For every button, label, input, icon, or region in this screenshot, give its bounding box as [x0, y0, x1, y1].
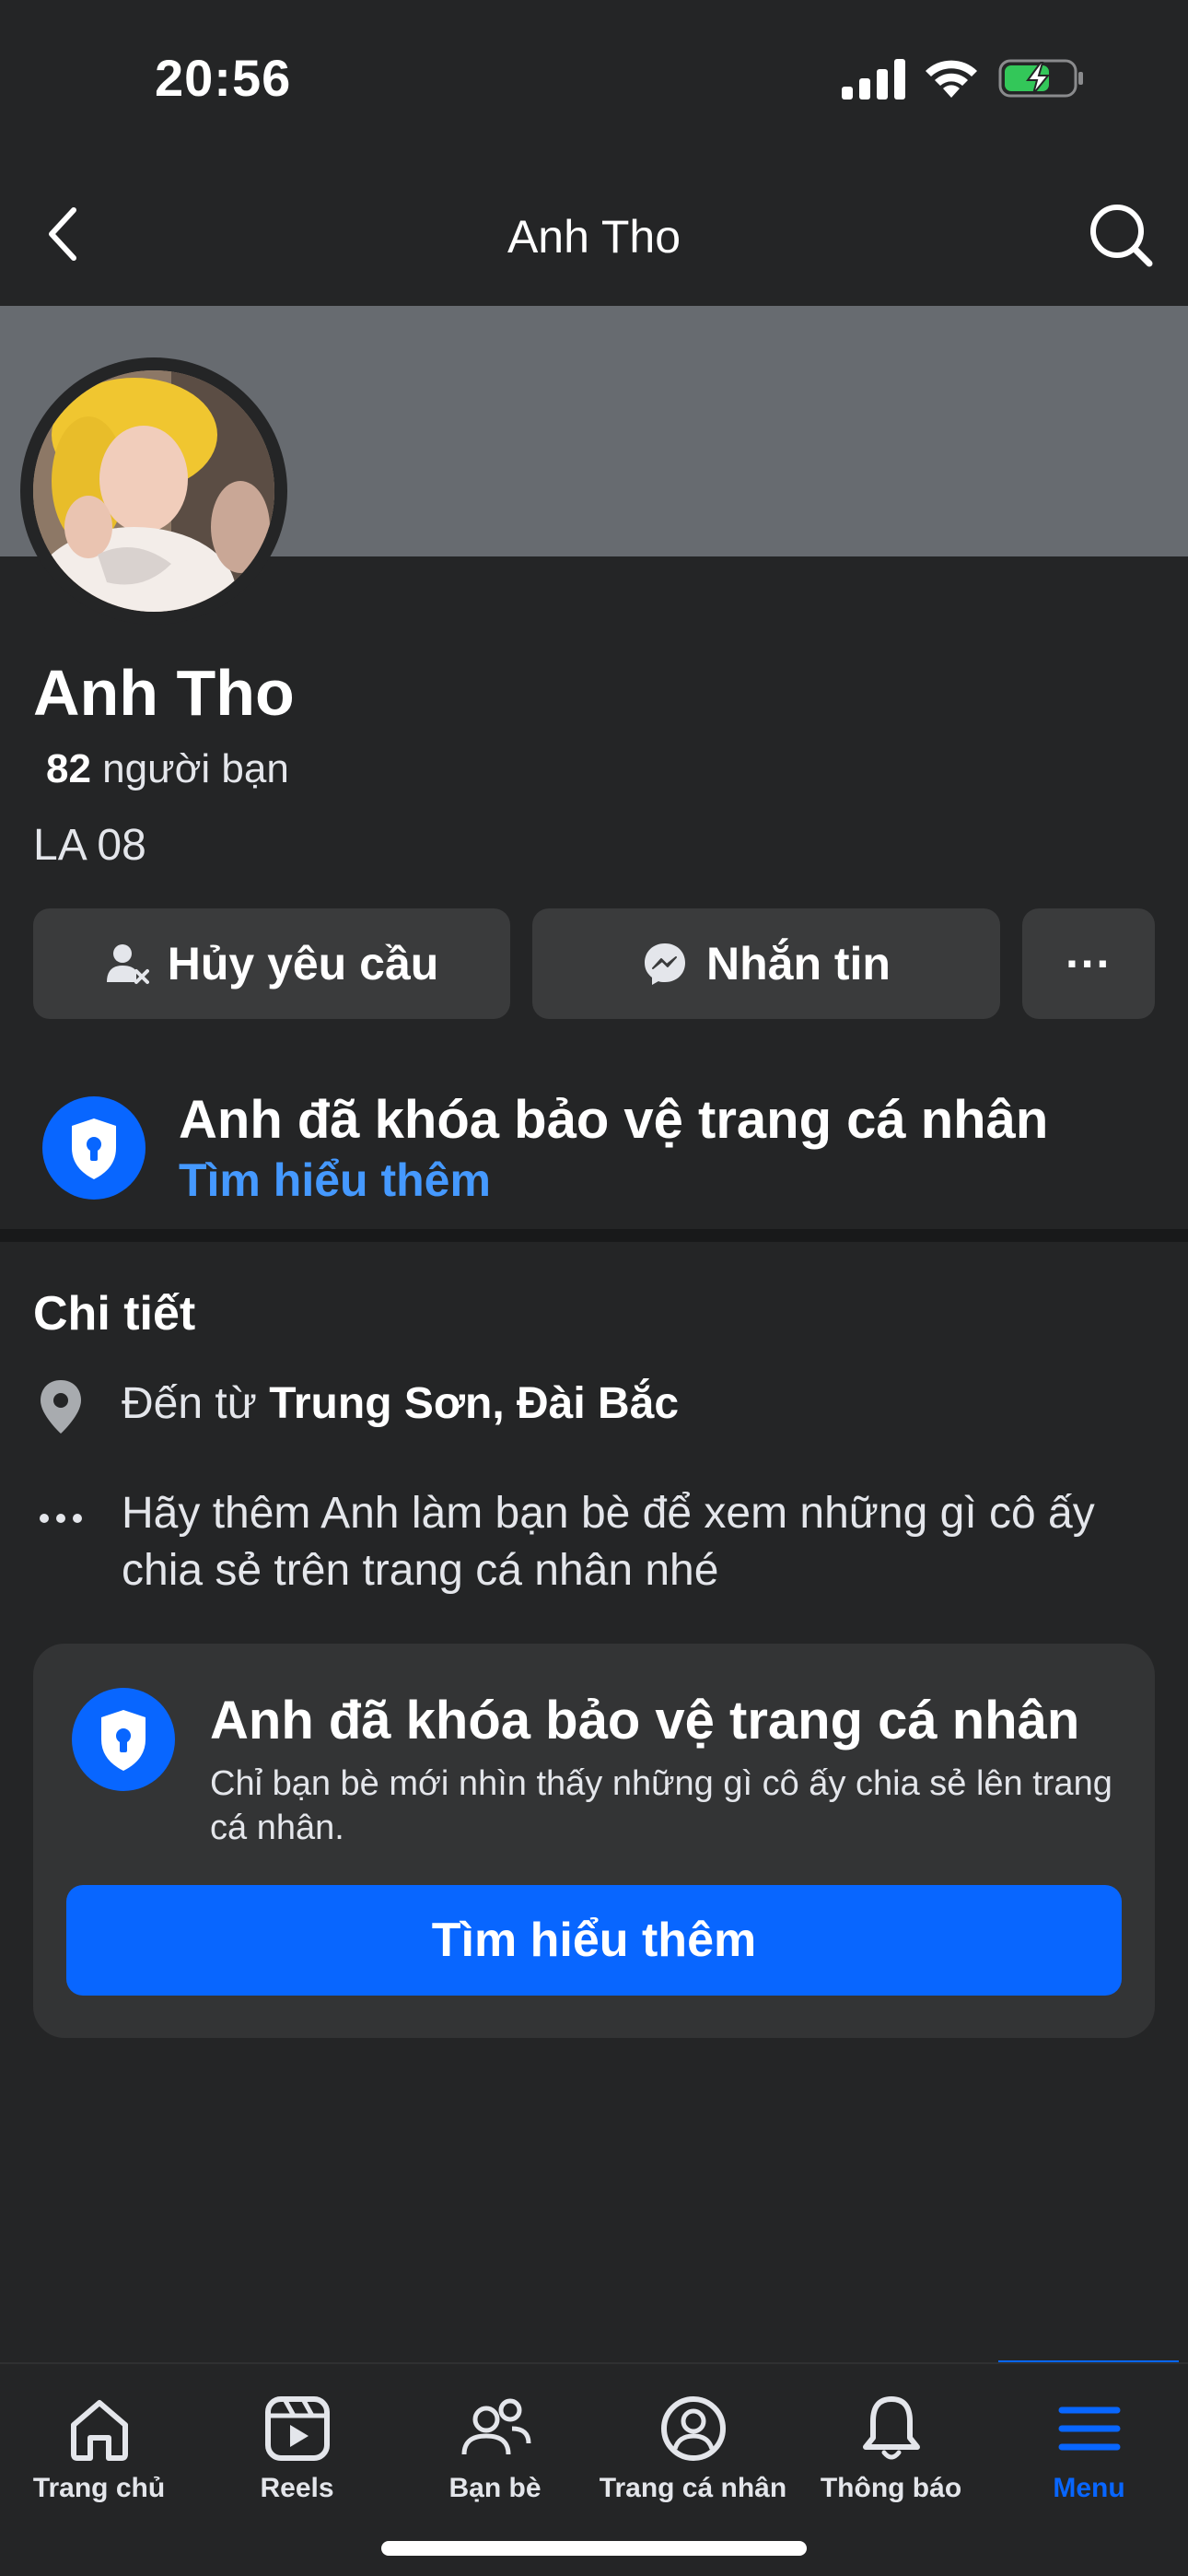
cancel-request-icon	[106, 944, 149, 984]
avatar-photo	[33, 370, 274, 612]
message-label: Nhắn tin	[706, 938, 891, 989]
hometown-place: Trung Sơn, Đài Bắc	[269, 1379, 680, 1428]
menu-icon	[1058, 2406, 1120, 2451]
more-options-label: ···	[1066, 938, 1112, 989]
status-bar: 20:56	[0, 0, 1188, 157]
tab-profile[interactable]: Trang cá nhân	[594, 2364, 792, 2548]
profile-icon	[660, 2396, 726, 2461]
friend-count-label: người bạn	[90, 746, 289, 791]
tab-notifications[interactable]: Thông báo	[792, 2364, 990, 2548]
tab-label: Reels	[260, 2473, 334, 2503]
wifi-icon	[926, 60, 977, 98]
lock-card-description: Chỉ bạn bè mới nhìn thấy những gì cô ấy …	[210, 1764, 1112, 1847]
messenger-icon	[645, 943, 685, 985]
location-pin-icon	[41, 1380, 81, 1434]
page-title: Anh Tho	[507, 211, 681, 263]
lock-banner-title: Anh đã khóa bảo vệ trang cá nhân	[179, 1090, 1049, 1150]
bell-icon	[862, 2396, 920, 2460]
profile-page: 20:56 Anh Tho Anh Tho 82 người bạn LA 08…	[0, 0, 1188, 2576]
profile-avatar[interactable]	[33, 370, 274, 612]
profile-lock-shield-icon	[42, 1096, 146, 1200]
friend-count[interactable]: 82 người bạn	[46, 746, 289, 792]
tab-friends[interactable]: Bạn bè	[396, 2364, 594, 2548]
home-icon	[70, 2400, 128, 2461]
tab-home[interactable]: Trang chủ	[0, 2364, 198, 2548]
cancel-request-label: Hủy yêu cầu	[167, 938, 439, 989]
details-heading: Chi tiết	[33, 1287, 196, 1341]
battery-charging-icon	[998, 59, 1083, 98]
cellular-signal-icon	[842, 59, 905, 100]
tab-label: Trang chủ	[32, 2473, 166, 2503]
status-time: 20:56	[155, 49, 292, 107]
tab-label: Menu	[1053, 2473, 1125, 2503]
profile-name: Anh Tho	[33, 657, 295, 729]
nav-header: Anh Tho	[0, 157, 1188, 306]
lock-card-title: Anh đã khóa bảo vệ trang cá nhân	[210, 1691, 1080, 1751]
more-options-button[interactable]: ···	[1022, 908, 1155, 1019]
section-divider	[0, 1229, 1188, 1242]
hometown-prefix: Đến từ	[122, 1379, 270, 1428]
home-indicator[interactable]	[381, 2541, 807, 2556]
profile-lock-shield-icon	[72, 1688, 175, 1791]
friend-count-number: 82	[46, 746, 91, 791]
tab-label: Trang cá nhân	[599, 2473, 787, 2503]
tab-reels[interactable]: Reels	[198, 2364, 396, 2548]
learn-more-button[interactable]: Tìm hiểu thêm	[66, 1885, 1122, 1996]
message-button[interactable]: Nhắn tin	[532, 908, 1000, 1019]
search-icon[interactable]	[1087, 201, 1155, 269]
profile-bio: LA 08	[33, 821, 146, 870]
hometown-detail: Đến từ Trung Sơn, Đài Bắc	[122, 1378, 679, 1429]
friends-icon	[461, 2398, 530, 2455]
add-friend-hint: Hãy thêm Anh làm bạn bè để xem những gì …	[122, 1489, 1095, 1595]
tab-menu[interactable]: Menu	[990, 2364, 1188, 2548]
more-dots-icon	[40, 1514, 82, 1523]
lock-banner-learn-more-link[interactable]: Tìm hiểu thêm	[179, 1153, 491, 1207]
profile-lock-card: Anh đã khóa bảo vệ trang cá nhân Chỉ bạn…	[33, 1644, 1155, 2038]
reels-icon	[264, 2396, 330, 2461]
tab-label: Thông báo	[820, 2473, 962, 2503]
cancel-friend-request-button[interactable]: Hủy yêu cầu	[33, 908, 510, 1019]
tab-label: Bạn bè	[448, 2473, 542, 2503]
